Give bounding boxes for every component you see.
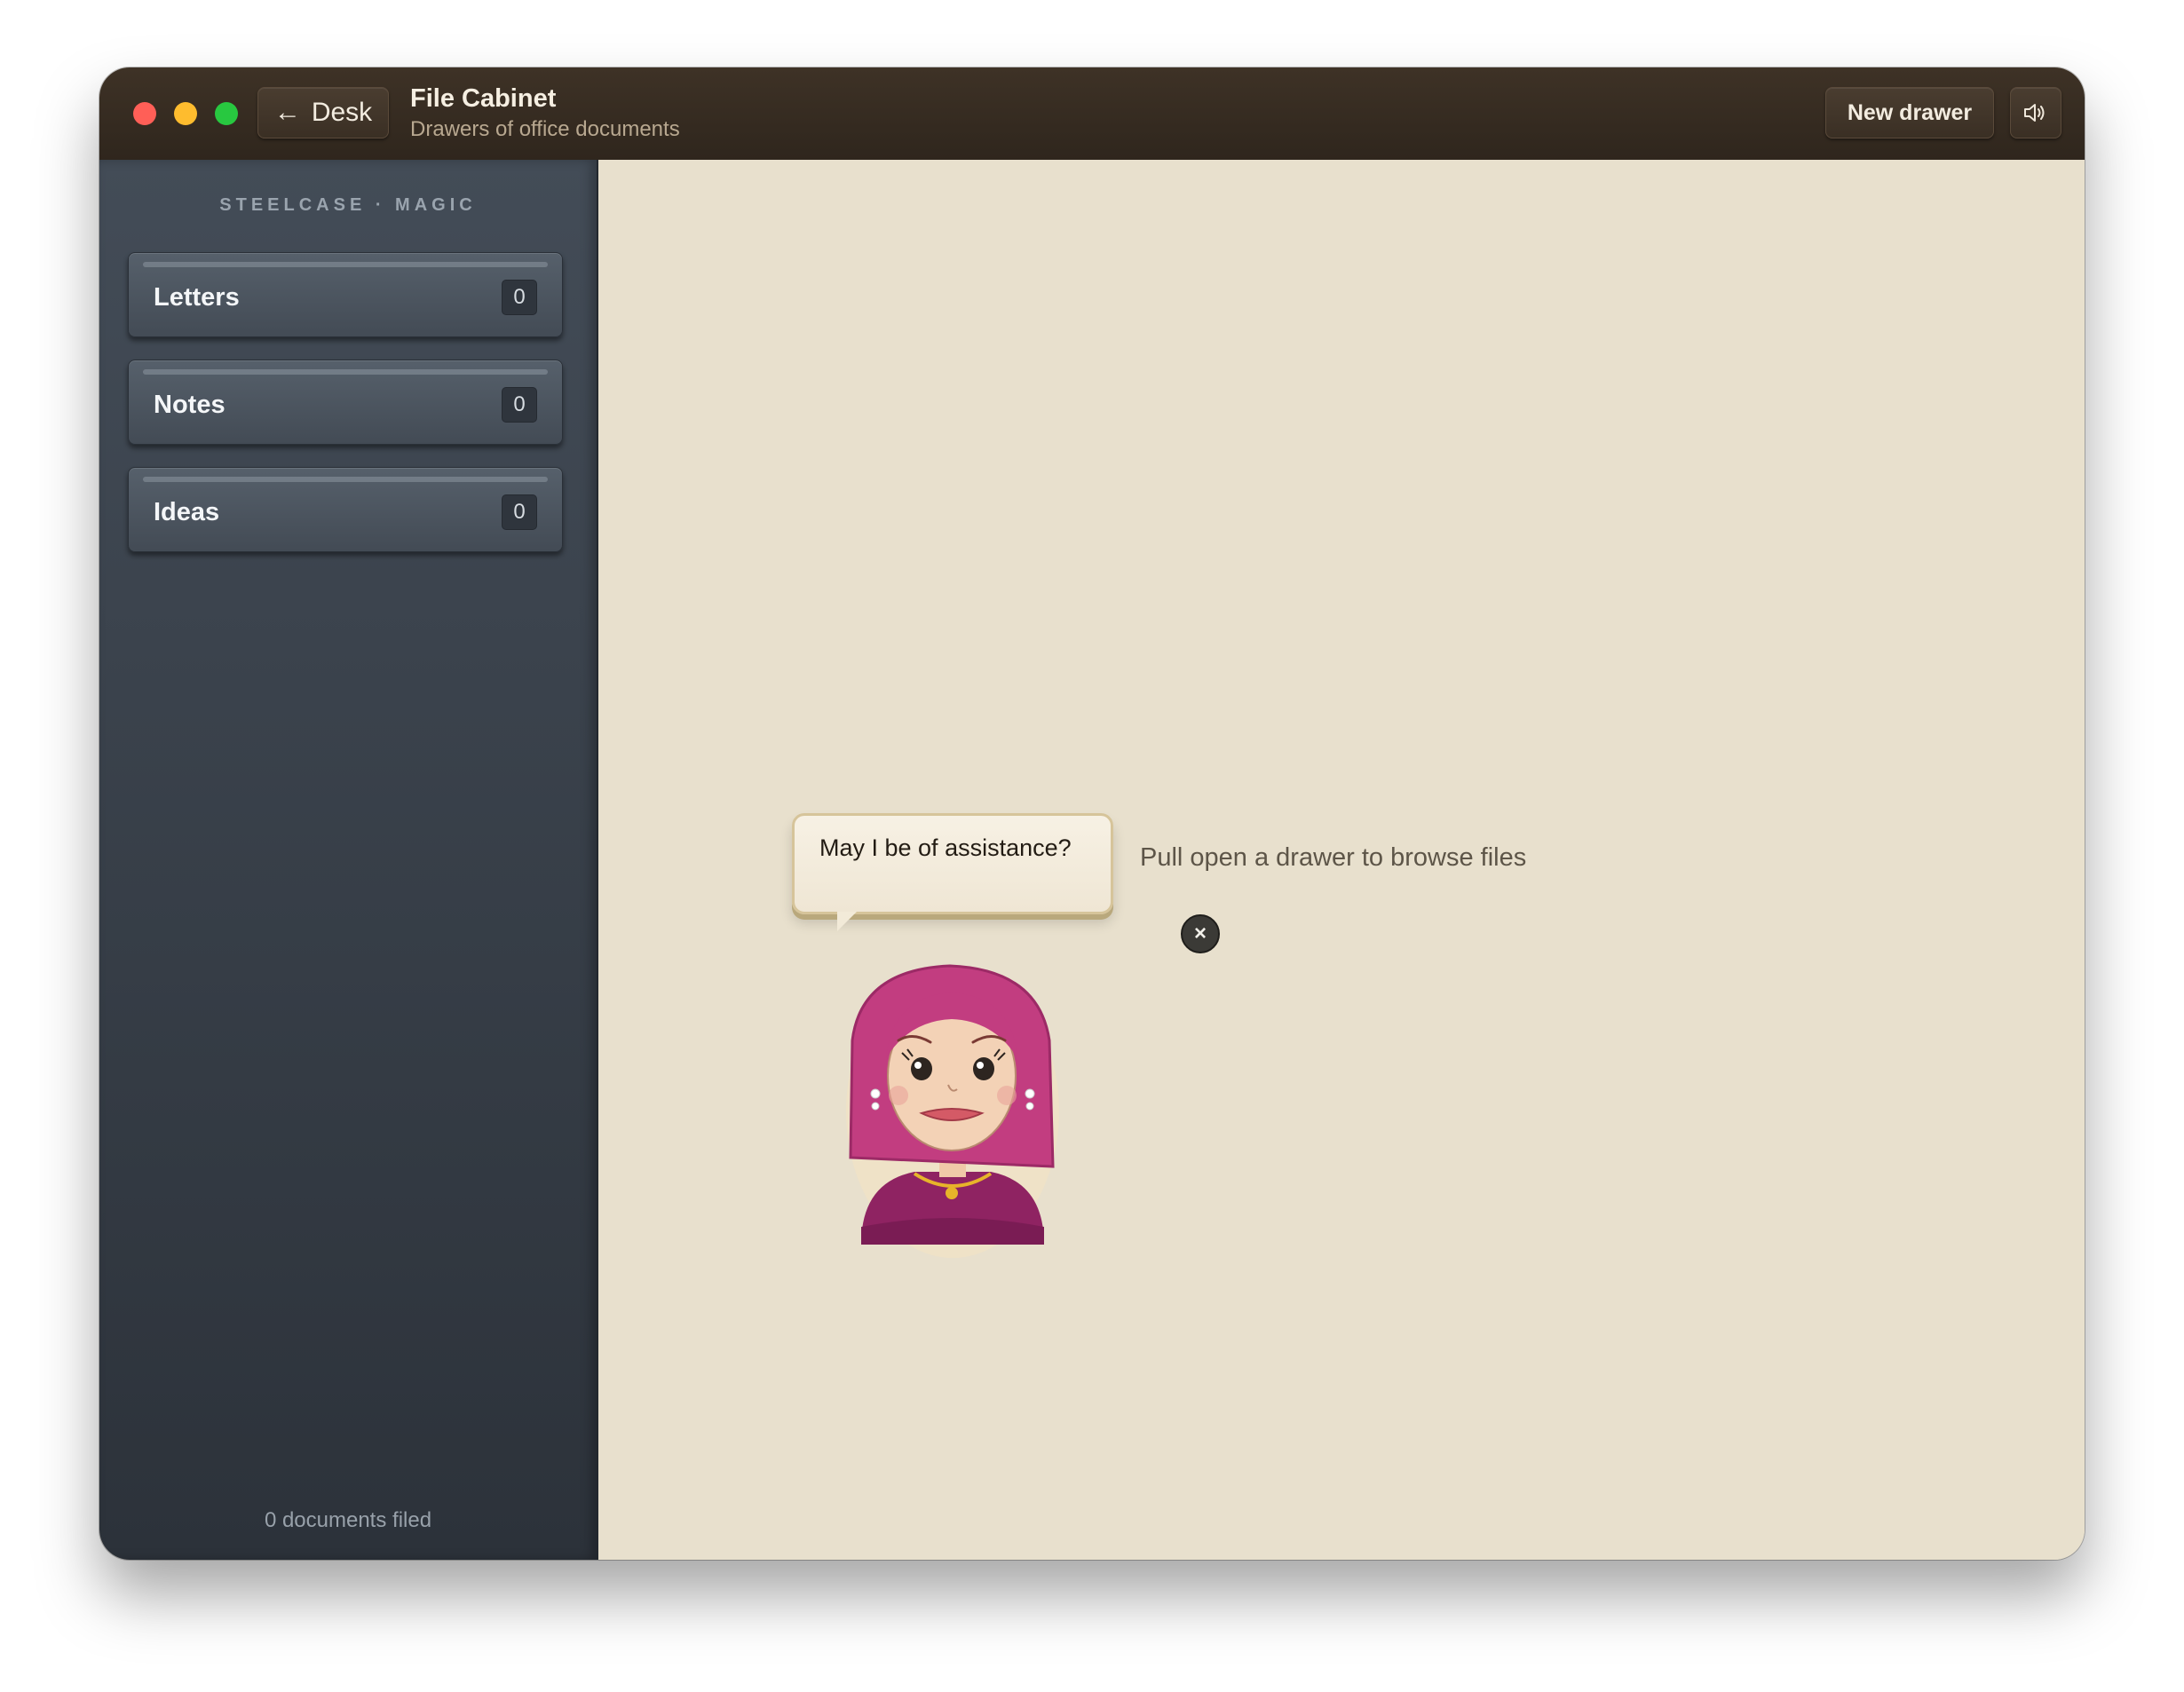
window-subtitle: Drawers of office documents [410, 117, 680, 141]
title-bar: ← Desk File Cabinet Drawers of office do… [99, 67, 2085, 162]
app-window: ← Desk File Cabinet Drawers of office do… [99, 67, 2085, 1560]
drawer-label: Letters [154, 283, 240, 312]
drawer-letters[interactable]: Letters 0 [128, 252, 563, 337]
arrow-left-icon: ← [273, 98, 301, 127]
drawer-count-badge: 0 [502, 494, 537, 530]
window-title-block: File Cabinet Drawers of office documents [410, 82, 680, 144]
assistant-message: May I be of assistance? [819, 834, 1072, 861]
drawer-count-badge: 0 [502, 387, 537, 423]
drawer-rail [143, 262, 548, 267]
close-window-button[interactable] [133, 102, 156, 125]
zoom-window-button[interactable] [215, 102, 238, 125]
drawer-label: Ideas [154, 498, 220, 526]
assistant-character[interactable] [843, 961, 1062, 1262]
close-icon: × [1193, 921, 1207, 945]
drawer-notes[interactable]: Notes 0 [128, 360, 563, 445]
back-to-desk-button[interactable]: ← Desk [257, 87, 389, 138]
drawer-count-badge: 0 [502, 280, 537, 315]
close-assistant-button[interactable]: × [1181, 914, 1220, 953]
sidebar: STEELCASE · MAGIC Letters 0 Notes 0 Idea… [99, 160, 598, 1560]
window-title: File Cabinet [410, 84, 557, 113]
bubble-tail [837, 912, 857, 931]
sidebar-brand: STEELCASE · MAGIC [219, 195, 477, 215]
drawer-ideas[interactable]: Ideas 0 [128, 467, 563, 552]
back-button-label: Desk [311, 98, 373, 127]
minimize-window-button[interactable] [174, 102, 197, 125]
empty-state-hint: Pull open a drawer to browse files [1140, 843, 1527, 872]
documents-filed-count: 0 documents filed [264, 1508, 432, 1532]
drawer-rail [143, 369, 548, 375]
assistant-speech-bubble: May I be of assistance? [792, 813, 1113, 931]
sound-toggle-button[interactable] [2010, 87, 2061, 138]
new-drawer-button[interactable]: New drawer [1825, 87, 1994, 138]
drawer-rail [143, 477, 548, 482]
main-content: May I be of assistance? × Pull open a dr… [598, 160, 2085, 1560]
drawer-label: Notes [154, 391, 226, 419]
speaker-icon [2024, 104, 2045, 122]
